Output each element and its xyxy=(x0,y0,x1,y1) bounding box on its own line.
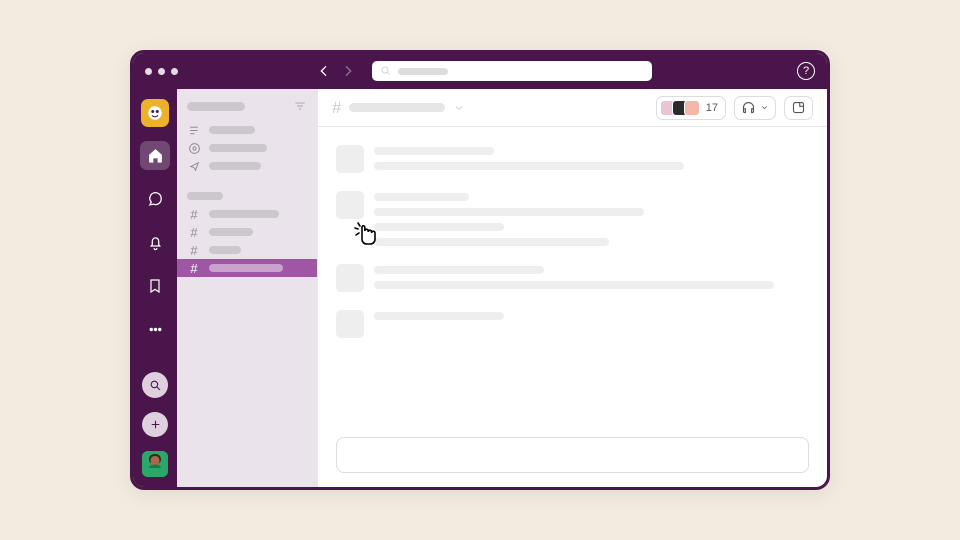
saved-button[interactable] xyxy=(140,271,170,301)
sidebar-item[interactable] xyxy=(177,139,317,157)
message-avatar[interactable] xyxy=(336,191,364,219)
back-icon[interactable] xyxy=(316,63,332,79)
titlebar: ? xyxy=(133,53,827,89)
channel-sidebar: # # # # xyxy=(177,89,317,487)
message-line xyxy=(374,147,494,155)
sidebar-item[interactable] xyxy=(177,157,317,175)
channel-name xyxy=(209,228,253,236)
chat-icon xyxy=(147,190,164,207)
threads-icon xyxy=(188,124,201,137)
main-content: # 17 xyxy=(317,89,827,487)
channel-item[interactable]: # xyxy=(177,223,317,241)
bell-icon xyxy=(147,234,164,251)
message[interactable] xyxy=(336,145,809,173)
message[interactable] xyxy=(336,264,809,292)
mentions-icon xyxy=(188,142,201,155)
channel-name xyxy=(209,246,241,254)
home-icon xyxy=(147,147,164,164)
message-line xyxy=(374,223,504,231)
window-dot[interactable] xyxy=(171,68,178,75)
workspace-switcher[interactable] xyxy=(141,99,169,127)
message-line xyxy=(374,281,774,289)
bookmark-icon xyxy=(147,278,163,294)
sidebar-header[interactable] xyxy=(177,99,317,113)
search-input[interactable] xyxy=(372,61,652,81)
member-count: 17 xyxy=(706,102,718,114)
window-controls[interactable] xyxy=(145,68,178,75)
message-line xyxy=(374,266,544,274)
hash-icon: # xyxy=(187,243,201,257)
channel-name xyxy=(209,264,283,272)
workspace-rail xyxy=(133,89,177,487)
avatar-icon xyxy=(142,451,168,477)
search-icon xyxy=(149,379,162,392)
sidebar-label xyxy=(209,162,261,170)
canvas-icon xyxy=(791,100,806,115)
message[interactable] xyxy=(336,191,809,246)
channel-item[interactable]: # xyxy=(177,205,317,223)
history-nav xyxy=(316,63,356,79)
sidebar-section[interactable] xyxy=(177,187,317,205)
compose-button[interactable] xyxy=(142,412,168,438)
section-label xyxy=(187,192,223,200)
message-composer[interactable] xyxy=(336,437,809,473)
members-button[interactable]: 17 xyxy=(656,96,726,120)
headphones-icon xyxy=(741,100,756,115)
huddle-button[interactable] xyxy=(734,96,776,120)
sidebar-item[interactable] xyxy=(177,121,317,139)
message[interactable] xyxy=(336,310,809,338)
member-avatar xyxy=(684,100,700,116)
workspace-icon xyxy=(146,104,164,122)
hash-icon: # xyxy=(187,207,201,221)
search-button[interactable] xyxy=(142,372,168,398)
message-line xyxy=(374,208,644,216)
chevron-down-icon xyxy=(760,103,769,112)
channel-header: # 17 xyxy=(318,89,827,127)
more-button[interactable] xyxy=(140,315,170,345)
channel-item[interactable]: # xyxy=(177,241,317,259)
sidebar-label xyxy=(209,144,267,152)
hash-icon: # xyxy=(332,98,341,118)
channel-title[interactable] xyxy=(349,103,445,112)
home-button[interactable] xyxy=(140,141,170,171)
message-avatar[interactable] xyxy=(336,145,364,173)
hash-icon: # xyxy=(187,261,201,275)
forward-icon[interactable] xyxy=(340,63,356,79)
window-dot[interactable] xyxy=(158,68,165,75)
workspace-name xyxy=(187,102,245,111)
window-dot[interactable] xyxy=(145,68,152,75)
chevron-down-icon[interactable] xyxy=(453,102,465,114)
message-line xyxy=(374,162,684,170)
message-list[interactable] xyxy=(318,127,827,437)
dms-button[interactable] xyxy=(140,184,170,214)
message-line xyxy=(374,193,469,201)
plus-icon xyxy=(149,418,162,431)
help-button[interactable]: ? xyxy=(797,62,815,80)
sidebar-label xyxy=(209,126,255,134)
search-placeholder xyxy=(398,68,448,75)
message-avatar[interactable] xyxy=(336,264,364,292)
hash-icon: # xyxy=(187,225,201,239)
message-line xyxy=(374,312,504,320)
filter-icon[interactable] xyxy=(293,99,307,113)
app-window: ? xyxy=(130,50,830,490)
message-line xyxy=(374,238,609,246)
message-avatar[interactable] xyxy=(336,310,364,338)
channel-name xyxy=(209,210,279,218)
channel-item-selected[interactable]: # xyxy=(177,259,317,277)
search-icon xyxy=(380,65,392,77)
drafts-icon xyxy=(188,160,201,173)
more-icon xyxy=(147,321,164,338)
activity-button[interactable] xyxy=(140,228,170,258)
canvas-button[interactable] xyxy=(784,96,813,120)
user-avatar[interactable] xyxy=(142,451,168,477)
